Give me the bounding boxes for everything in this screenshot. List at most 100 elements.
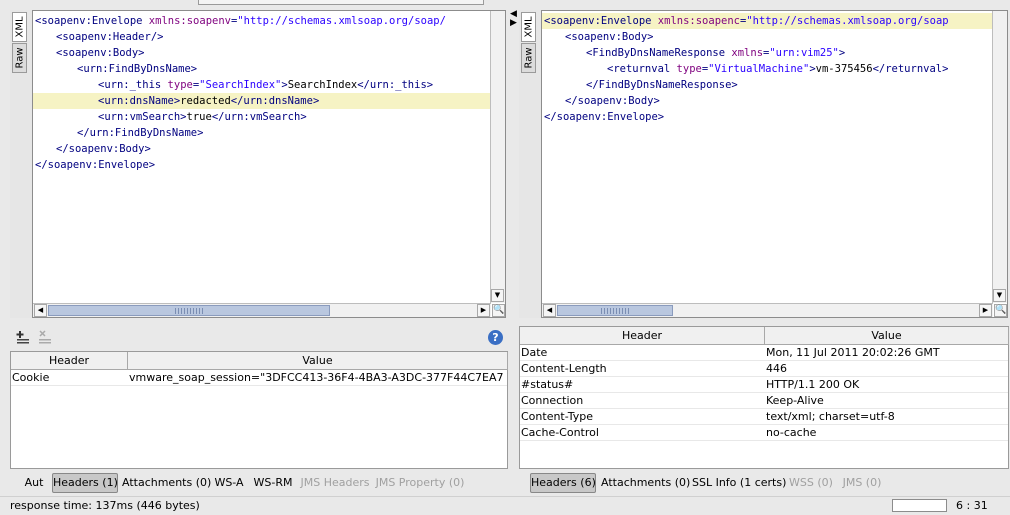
code-line[interactable]: <urn:_this type="SearchIndex">SearchInde… — [33, 77, 491, 93]
header-name-cell[interactable]: Cache-Control — [520, 425, 765, 441]
code-line[interactable]: <soapenv:Envelope xmlns:soapenc="http://… — [542, 13, 993, 29]
code-line[interactable]: <urn:vmSearch>true</urn:vmSearch> — [33, 109, 491, 125]
xml-tag: <urn:vmSearch> — [98, 111, 187, 123]
header-value-cell[interactable]: Keep-Alive — [765, 393, 1004, 409]
table-row[interactable]: Date Mon, 11 Jul 2011 20:02:26 GMT — [520, 345, 1008, 361]
header-value-cell[interactable]: HTTP/1.1 200 OK — [765, 377, 1004, 393]
tab-ssl-info-1-certs[interactable]: SSL Info (1 certs) — [692, 473, 786, 493]
response-time-label: response time: 137ms (446 bytes) — [10, 499, 200, 512]
response-xml-editor[interactable]: <soapenv:Envelope xmlns:soapenc="http://… — [541, 10, 1008, 318]
code-line[interactable]: <soapenv:Header/> — [33, 29, 491, 45]
column-header-header[interactable]: Header — [11, 352, 128, 370]
xml-tag: <soapenv:Header/> — [56, 31, 164, 43]
table-row[interactable]: #status# HTTP/1.1 200 OK — [520, 377, 1008, 393]
code-line[interactable]: <FindByDnsNameResponse xmlns="urn:vim25"… — [542, 45, 993, 61]
right-tab-xml[interactable]: XML — [521, 12, 536, 42]
xml-tag: <FindByDnsNameResponse — [586, 47, 732, 59]
column-header-value[interactable]: Value — [765, 327, 1009, 345]
horizontal-splitter[interactable] — [0, 320, 1010, 324]
scroll-down-button[interactable]: ▼ — [993, 289, 1006, 302]
magnifier-icon[interactable]: 🔍 — [492, 304, 505, 317]
xml-tag: <urn:_this — [98, 79, 168, 91]
tab-wss-0[interactable]: WSS (0) — [788, 473, 834, 493]
scroll-right-button[interactable]: ▶ — [477, 304, 490, 317]
header-value-cell[interactable]: 446 — [765, 361, 1004, 377]
tab-aut[interactable]: Aut — [20, 473, 48, 493]
header-value-cell[interactable]: text/xml; charset=utf-8 — [765, 409, 1004, 425]
xml-tag: </urn:FindByDnsName> — [77, 127, 204, 139]
code-line[interactable]: </soapenv:Envelope> — [542, 109, 993, 125]
header-name-cell[interactable]: #status# — [520, 377, 765, 393]
tab-jms-0[interactable]: JMS (0) — [840, 473, 884, 493]
scroll-left-button[interactable]: ◀ — [543, 304, 556, 317]
xml-tag: </soapenv:Body> — [56, 143, 151, 155]
code-line[interactable]: <returnval type="VirtualMachine">vm-3754… — [542, 61, 993, 77]
xml-tag: </urn:vmSearch> — [211, 111, 307, 123]
code-line[interactable]: </urn:FindByDnsName> — [33, 125, 491, 141]
tab-ws-a[interactable]: WS-A — [213, 473, 245, 493]
left-tab-raw[interactable]: Raw — [12, 43, 27, 73]
table-row[interactable]: Connection Keep-Alive — [520, 393, 1008, 409]
header-name-cell[interactable]: Date — [520, 345, 765, 361]
xml-val: "urn:vim25" — [769, 47, 839, 59]
request-xml-content[interactable]: <soapenv:Envelope xmlns:soapenv="http://… — [33, 13, 505, 173]
table-row[interactable]: Content-Length 446 — [520, 361, 1008, 377]
column-header-value[interactable]: Value — [128, 352, 508, 370]
table-row[interactable]: Cookie vmware_soap_session="3DFCC413-36F4… — [11, 370, 507, 386]
code-line[interactable]: <soapenv:Body> — [33, 45, 491, 61]
code-line[interactable]: <urn:dnsName>redacted</urn:dnsName> — [33, 93, 491, 109]
request-vertical-scrollbar[interactable] — [490, 11, 505, 303]
code-line[interactable]: </FindByDnsNameResponse> — [542, 77, 993, 93]
tab-label: XML — [14, 16, 25, 38]
request-headers-table[interactable]: Header Value Cookie vmware_soap_session="… — [10, 351, 508, 469]
code-line[interactable]: <urn:FindByDnsName> — [33, 61, 491, 77]
xml-tag: <urn:dnsName> — [98, 95, 181, 107]
tab-headers-6[interactable]: Headers (6) — [530, 473, 596, 493]
scroll-right-button[interactable]: ▶ — [979, 304, 992, 317]
scroll-grip — [175, 308, 205, 314]
scroll-left-button[interactable]: ◀ — [34, 304, 47, 317]
plus-icon[interactable] — [16, 330, 32, 344]
table-row[interactable]: Cache-Control no-cache — [520, 425, 1008, 441]
code-line[interactable]: <soapenv:Body> — [542, 29, 993, 45]
code-line[interactable]: </soapenv:Body> — [542, 93, 993, 109]
xml-val: "http://schemas.xmlsoap.org/soap/ — [237, 15, 446, 27]
header-name-cell[interactable]: Cookie — [11, 370, 128, 386]
tab-jms-headers[interactable]: JMS Headers — [300, 473, 370, 493]
tab-label: XML — [523, 16, 534, 38]
tab-ws-rm[interactable]: WS-RM — [253, 473, 293, 493]
left-tab-xml[interactable]: XML — [12, 12, 27, 42]
horizontal-scroll-thumb[interactable] — [48, 305, 330, 316]
xml-txt: vm-375456 — [815, 63, 873, 75]
code-line[interactable]: <soapenv:Envelope xmlns:soapenv="http://… — [33, 13, 491, 29]
magnifier-icon[interactable]: 🔍 — [994, 304, 1007, 317]
header-value-cell[interactable]: Mon, 11 Jul 2011 20:02:26 GMT — [765, 345, 1004, 361]
column-header-header[interactable]: Header — [520, 327, 765, 345]
right-tab-raw[interactable]: Raw — [521, 43, 536, 73]
table-row[interactable]: Content-Type text/xml; charset=utf-8 — [520, 409, 1008, 425]
code-line[interactable]: </soapenv:Body> — [33, 141, 491, 157]
tab-jms-property-0[interactable]: JMS Property (0) — [375, 473, 465, 493]
tab-attachments-0[interactable]: Attachments (0) — [601, 473, 690, 493]
scroll-down-button[interactable]: ▼ — [491, 289, 504, 302]
response-headers-table[interactable]: Header Value Date Mon, 11 Jul 2011 20:02:… — [519, 326, 1009, 469]
tab-attachments-0[interactable]: Attachments (0) — [122, 473, 211, 493]
help-icon[interactable]: ? — [488, 330, 503, 345]
xml-tag: </urn:dnsName> — [230, 95, 320, 107]
header-name-cell[interactable]: Connection — [520, 393, 765, 409]
xml-attr: xmlns — [731, 47, 764, 59]
horizontal-scroll-thumb[interactable] — [557, 305, 673, 316]
code-line[interactable]: </soapenv:Envelope> — [33, 157, 491, 173]
header-name-cell[interactable]: Content-Length — [520, 361, 765, 377]
response-xml-content[interactable]: <soapenv:Envelope xmlns:soapenc="http://… — [542, 13, 1007, 125]
tab-headers-1[interactable]: Headers (1) — [52, 473, 118, 493]
xml-tag: </FindByDnsNameResponse> — [586, 79, 738, 91]
minus-icon[interactable] — [38, 330, 54, 344]
xml-tag: </urn:_this> — [357, 79, 434, 91]
header-name-cell[interactable]: Content-Type — [520, 409, 765, 425]
split-collapse-icon[interactable]: ◀ ▶ — [510, 10, 517, 28]
header-value-cell[interactable]: vmware_soap_session="3DFCC413-36F4-4BA3-… — [128, 370, 503, 386]
header-value-cell[interactable]: no-cache — [765, 425, 1004, 441]
response-vertical-scrollbar[interactable] — [992, 11, 1007, 303]
request-xml-editor[interactable]: <soapenv:Envelope xmlns:soapenv="http://… — [32, 10, 506, 318]
